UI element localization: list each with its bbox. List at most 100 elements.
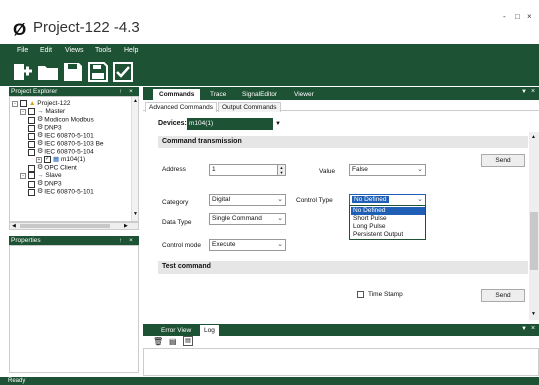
collapse-icon[interactable]: -	[20, 108, 26, 115]
tab-log[interactable]: Log	[200, 325, 219, 336]
main-tab-bar	[143, 87, 539, 100]
expand-icon[interactable]: +	[36, 156, 42, 163]
tree-horizontal-scrollbar[interactable]: ◀ ▶	[9, 222, 139, 230]
menu-file[interactable]: File	[17, 47, 28, 55]
scroll-thumb[interactable]	[20, 224, 110, 228]
app-logo-icon: Ø	[13, 20, 27, 39]
pin-icon[interactable]: ↑	[119, 236, 122, 245]
save-all-icon[interactable]	[88, 62, 108, 82]
menu-tools[interactable]: Tools	[95, 47, 111, 55]
log-toolbar: 🗑 ▤ ▤	[143, 336, 539, 348]
collapse-icon[interactable]: -	[12, 100, 18, 107]
checkbox[interactable]	[28, 172, 35, 179]
menu-edit[interactable]: Edit	[40, 47, 52, 55]
test-command-header: Test command	[158, 261, 528, 274]
tree-item-m104[interactable]: +▦ m104(1)	[36, 156, 85, 164]
checkbox[interactable]	[28, 148, 35, 156]
gear-icon: ⚙	[37, 140, 44, 147]
address-input[interactable]: 1 ▲ ▼	[209, 164, 286, 176]
menu-help[interactable]: Help	[124, 47, 138, 55]
value-select[interactable]: False ⌄	[349, 164, 426, 176]
scroll-thumb[interactable]	[530, 212, 538, 270]
devices-label: Devices:	[158, 120, 187, 127]
gear-icon: ⚙	[37, 124, 44, 131]
checkbox[interactable]	[28, 164, 35, 172]
tab-dropdown-icon[interactable]: ▼	[521, 89, 527, 95]
save-icon[interactable]	[63, 62, 83, 82]
project-explorer-tree: - ▲ Project-122 - → Master ⚙Modicon Modbus…	[9, 96, 139, 222]
tab-trace[interactable]: Trace	[204, 89, 232, 100]
scroll-left-icon[interactable]: ◀	[12, 223, 16, 229]
close-icon[interactable]: ×	[129, 87, 133, 96]
devices-select[interactable]: m104(1)	[187, 118, 273, 130]
dropdown-option[interactable]: Long Pulse	[351, 223, 425, 231]
data-type-select[interactable]: Single Command ⌄	[209, 213, 286, 225]
tab-output-commands[interactable]: Output Commands	[218, 102, 281, 112]
tree-item-slave[interactable]: - → Slave	[20, 172, 62, 180]
save-log-icon[interactable]: ▤	[169, 337, 177, 346]
menu-views[interactable]: Views	[65, 47, 84, 55]
minimize-button[interactable]: -	[503, 12, 506, 22]
control-type-dropdown-list: No Defined Short Pulse Long Pulse Persis…	[349, 205, 426, 240]
send-button[interactable]: Send	[481, 154, 525, 167]
spinner-icon[interactable]: ▲ ▼	[277, 165, 285, 175]
project-icon: ▲	[29, 100, 36, 108]
close-icon[interactable]: ×	[531, 88, 535, 95]
checkbox[interactable]	[20, 100, 27, 107]
time-stamp-label: Time Stamp	[368, 291, 403, 298]
command-transmission-header: Command transmission	[158, 136, 528, 148]
scroll-down-icon[interactable]: ▼	[531, 311, 536, 317]
dropdown-option[interactable]: No Defined	[351, 207, 425, 215]
checkbox[interactable]	[28, 132, 35, 140]
tree-vertical-scrollbar[interactable]: ▲ ▼	[131, 97, 138, 221]
chevron-down-icon[interactable]: ▼	[275, 121, 281, 127]
tree-item-project[interactable]: - ▲ Project-122	[12, 100, 71, 108]
master-icon: →	[37, 108, 44, 116]
export-log-icon[interactable]: ▤	[183, 336, 193, 346]
scroll-up-icon[interactable]: ▲	[133, 98, 138, 104]
slave-icon: →	[37, 172, 44, 180]
window-title: Project-122 -4.3	[33, 19, 140, 36]
dropdown-option[interactable]: Short Pulse	[351, 215, 425, 223]
tab-commands[interactable]: Commands	[153, 89, 201, 100]
gear-icon: ⚙	[37, 180, 44, 187]
checkbox[interactable]	[28, 116, 35, 124]
close-icon[interactable]: ×	[129, 236, 133, 245]
control-mode-select[interactable]: Execute ⌄	[209, 239, 286, 251]
checkbox[interactable]	[28, 188, 35, 196]
category-select[interactable]: Digital ⌄	[209, 194, 286, 206]
tab-advanced-commands[interactable]: Advanced Commands	[145, 102, 217, 112]
scroll-right-icon[interactable]: ▶	[124, 223, 128, 229]
dropdown-option[interactable]: Persistent Output	[351, 231, 425, 239]
new-project-icon[interactable]	[12, 62, 34, 82]
checklist-icon[interactable]	[113, 62, 133, 82]
close-button[interactable]: ×	[527, 12, 532, 22]
time-stamp-checkbox[interactable]	[357, 291, 364, 298]
collapse-icon[interactable]: -	[20, 172, 26, 179]
gear-icon: ⚙	[37, 164, 44, 171]
tree-item-slave-iec101[interactable]: ⚙IEC 60870-5-101	[28, 188, 94, 197]
address-label: Address	[162, 166, 186, 173]
log-panel	[143, 348, 539, 376]
checkbox[interactable]	[28, 180, 35, 188]
checkbox[interactable]	[28, 108, 35, 115]
tab-error-view[interactable]: Error View	[157, 325, 195, 336]
tab-dropdown-icon[interactable]: ▼	[521, 326, 527, 332]
checkbox[interactable]	[28, 124, 35, 132]
pin-icon[interactable]: ↑	[119, 87, 122, 96]
checkbox[interactable]	[28, 140, 35, 148]
tab-viewer[interactable]: Viewer	[288, 89, 320, 100]
tree-item-master[interactable]: - → Master	[20, 108, 65, 116]
gear-icon: ⚙	[37, 116, 44, 123]
open-folder-icon[interactable]	[37, 63, 59, 81]
scroll-down-icon[interactable]: ▼	[133, 211, 138, 217]
checkbox-checked[interactable]	[44, 156, 51, 163]
trash-icon[interactable]: 🗑	[153, 337, 163, 346]
scroll-up-icon[interactable]: ▲	[531, 134, 536, 140]
close-icon[interactable]: ×	[531, 325, 535, 332]
status-bar	[0, 377, 539, 385]
maximize-button[interactable]: □	[515, 12, 520, 22]
send-test-button[interactable]: Send	[481, 289, 525, 302]
properties-panel	[9, 245, 139, 373]
tab-signal-editor[interactable]: SignalEditor	[236, 89, 283, 100]
